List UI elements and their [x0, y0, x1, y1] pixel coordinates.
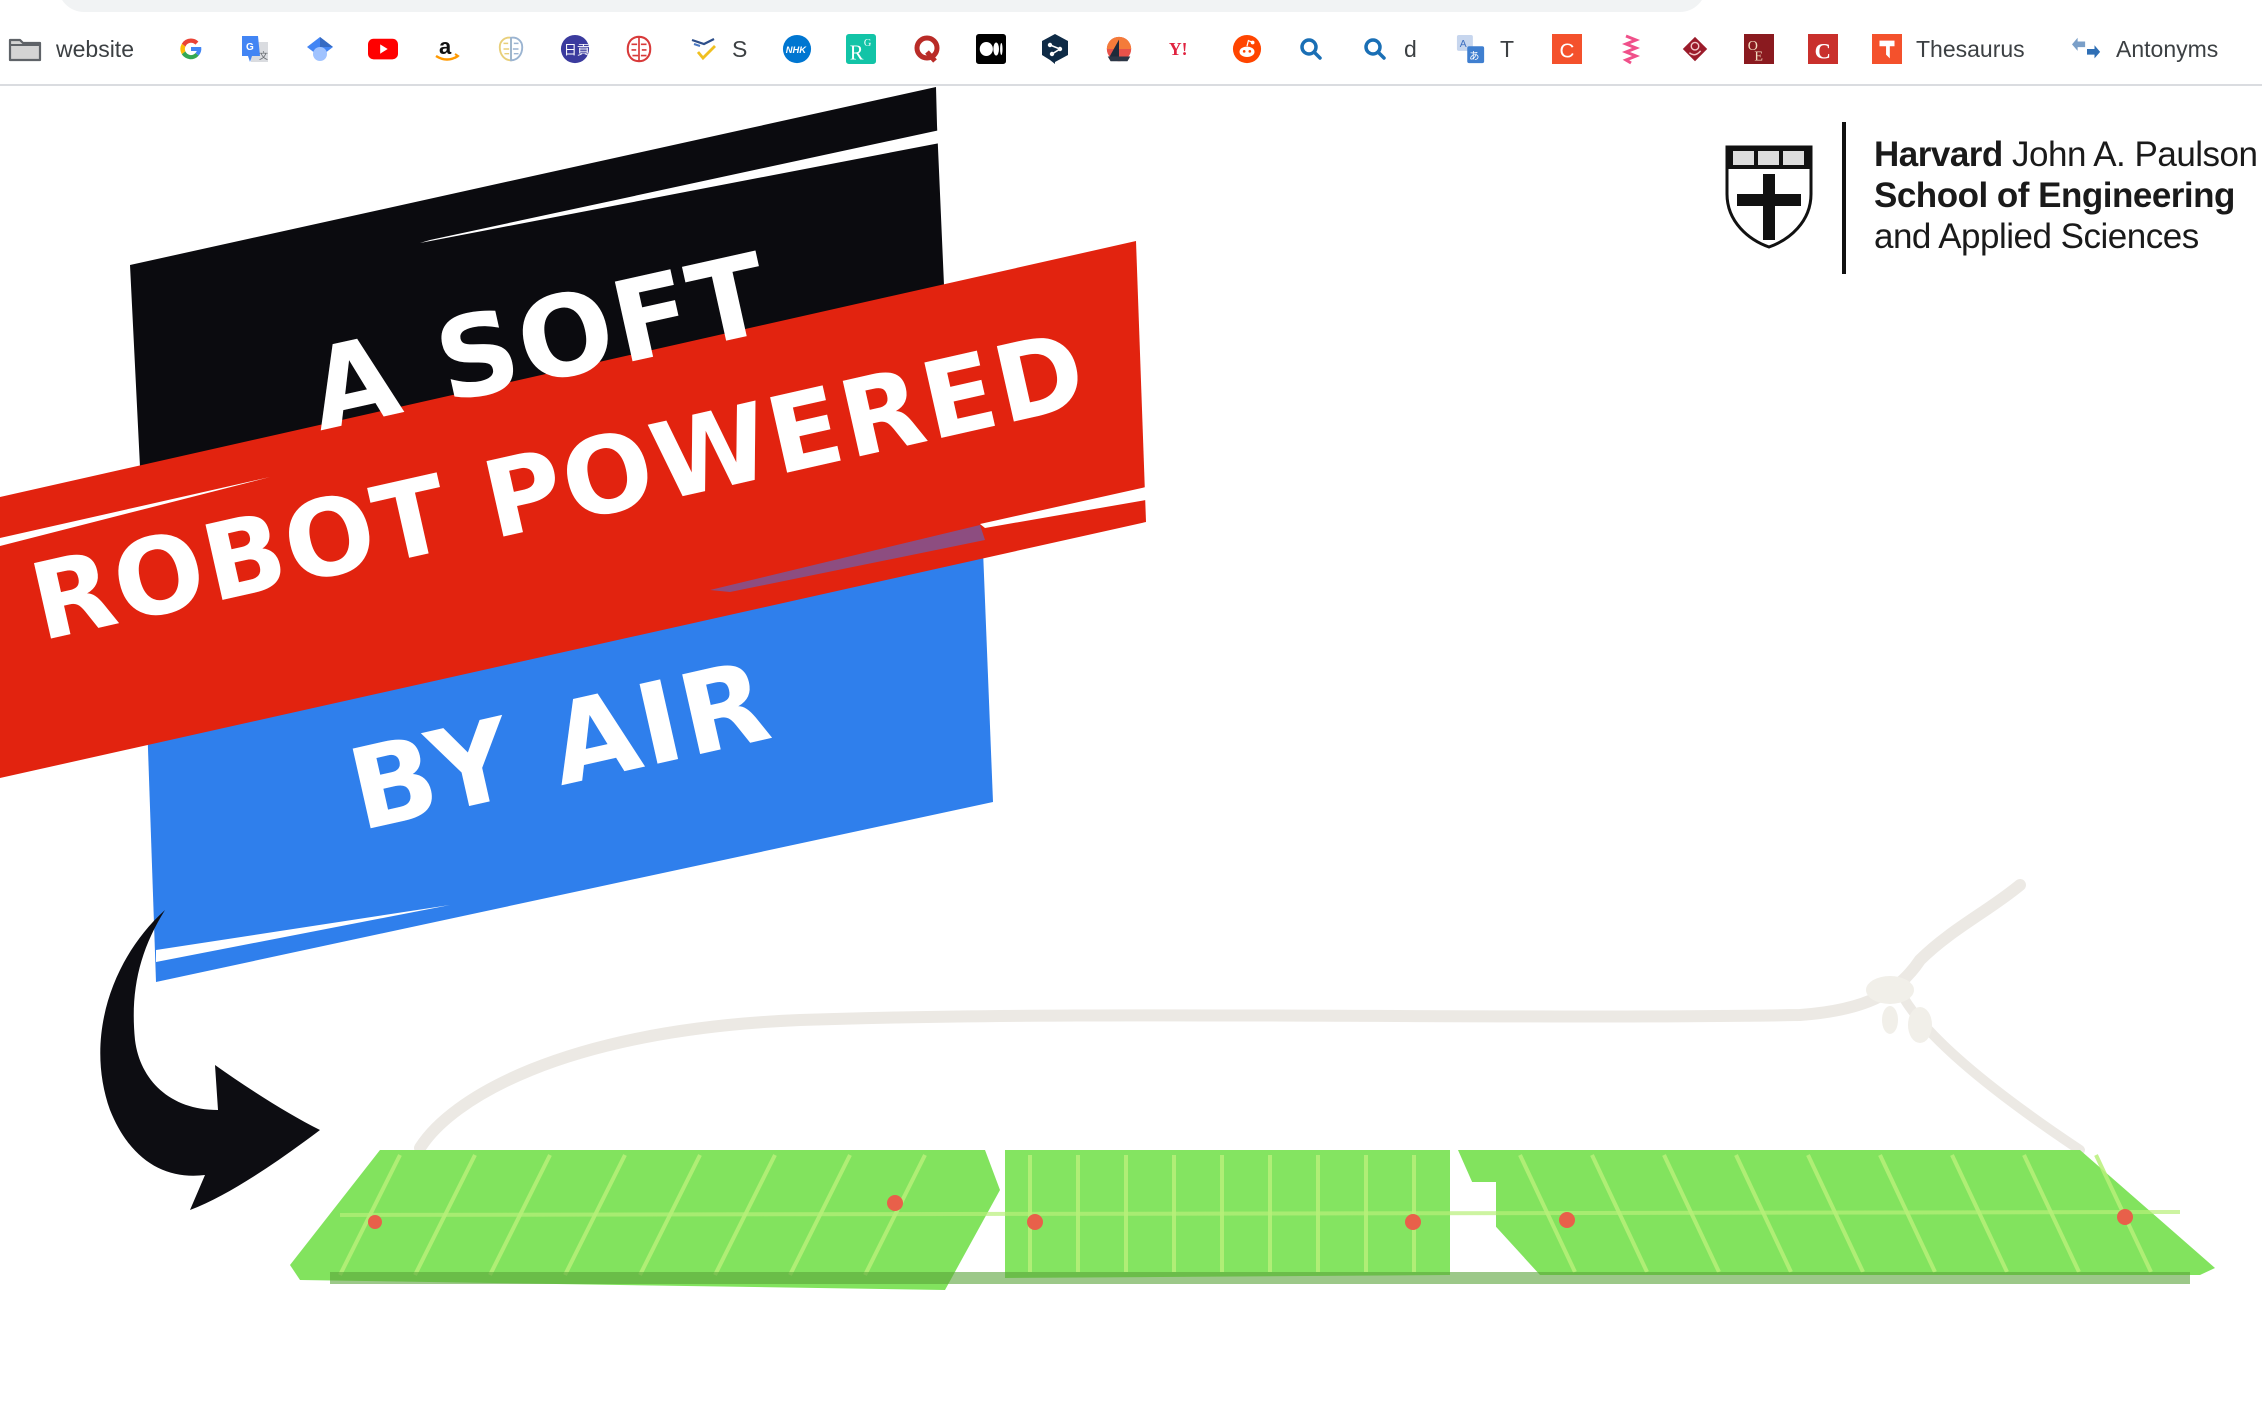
- logo-harvard: Harvard: [1874, 135, 2003, 174]
- tube-connector: [1866, 976, 1914, 1004]
- logo-divider: [1842, 122, 1846, 274]
- robot-base-shadow: [330, 1272, 2190, 1284]
- tube-connector: [1908, 1007, 1932, 1043]
- robot-marker: [368, 1215, 382, 1229]
- harvard-seas-logo: Harvard John A. Paulson School of Engine…: [1724, 120, 2262, 280]
- robot-marker: [1405, 1214, 1421, 1230]
- logo-paulson: John A. Paulson: [2002, 135, 2258, 174]
- robot-marker: [1027, 1214, 1043, 1230]
- robot-marker: [1559, 1212, 1575, 1228]
- soft-robot: [290, 1150, 2215, 1290]
- robot-marker: [887, 1195, 903, 1211]
- tube-connector: [1882, 1006, 1898, 1034]
- robot-marker: [2117, 1209, 2133, 1225]
- logo-school: School of Engineering: [1874, 176, 2235, 215]
- logo-applied-sciences: and Applied Sciences: [1874, 217, 2199, 256]
- logo-text: Harvard John A. Paulson School of Engine…: [1874, 134, 2258, 257]
- air-tube: [414, 879, 2026, 1154]
- harvard-shield-icon: [1725, 145, 1813, 249]
